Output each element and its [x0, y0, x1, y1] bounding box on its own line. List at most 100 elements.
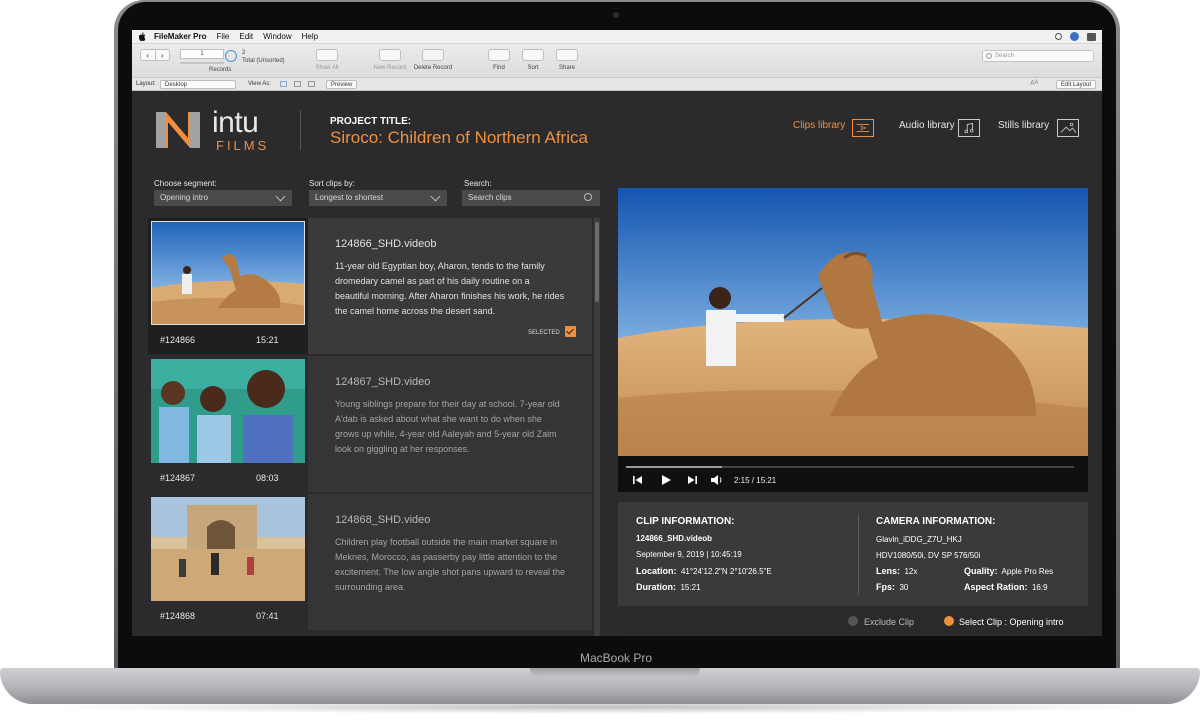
audio-library-icon[interactable]	[958, 119, 980, 137]
nav-clips-library[interactable]: Clips library	[793, 120, 845, 131]
skip-back-icon[interactable]	[632, 474, 644, 486]
apple-icon[interactable]	[138, 32, 146, 41]
find-label: Find	[493, 65, 505, 71]
menu-help[interactable]: Help	[302, 32, 318, 41]
camera-fps: Fps: 30	[876, 582, 908, 592]
clip-row[interactable]: #124867 08:03 124867_SHD.video Young sib…	[148, 356, 592, 492]
clip-search-input[interactable]: Search clips	[462, 190, 600, 206]
camera-line-2: HDV1080/50i, DV SP 576/50i	[876, 551, 981, 560]
clip-description: Children play football outside the main …	[335, 537, 565, 592]
clip-row-selected[interactable]: #124866 15:21 124866_SHD.videob 11-year …	[148, 218, 592, 354]
show-all-icon	[316, 49, 338, 61]
delete-record-button[interactable]: Delete Record	[412, 49, 454, 71]
camera-aspect: Aspect Ration: 16:9	[964, 582, 1048, 592]
camera-info-heading: CAMERA INFORMATION:	[876, 516, 996, 527]
search-label: Search:	[464, 179, 492, 188]
clip-duration: 07:41	[256, 611, 279, 621]
clip-row[interactable]: #124868 07:41 124868_SHD.video Children …	[148, 494, 592, 630]
aspect-value: 16:9	[1031, 583, 1048, 592]
menu-app-name[interactable]: FileMaker Pro	[154, 32, 206, 41]
edit-layout-button[interactable]: Edit Layout	[1055, 80, 1096, 89]
menu-edit[interactable]: Edit	[239, 32, 253, 41]
search-icon	[584, 193, 592, 201]
table-view-icon[interactable]	[308, 81, 315, 87]
layout-label: Layout:	[136, 81, 156, 87]
previous-record-button[interactable]: ‹	[141, 50, 156, 60]
clip-thumbnail[interactable]	[151, 221, 305, 325]
menu-file[interactable]: File	[216, 32, 229, 41]
intu-films-app: intu FILMS PROJECT TITLE: Siroco: Childr…	[132, 92, 1102, 636]
volume-icon[interactable]	[710, 474, 724, 486]
camera-lens: Lens: 12x	[876, 566, 917, 576]
laptop-notch	[530, 668, 700, 678]
clip-description: Young siblings prepare for their day at …	[335, 399, 560, 454]
stills-library-icon[interactable]	[1057, 119, 1079, 137]
nav-audio-library[interactable]: Audio library	[899, 120, 955, 131]
clip-thumbnail[interactable]	[151, 359, 305, 463]
segment-select[interactable]: Opening intro	[154, 190, 292, 206]
form-view-icon[interactable]	[280, 81, 287, 87]
notification-center-icon[interactable]	[1087, 32, 1096, 41]
share-label: Share	[558, 65, 575, 71]
next-record-button[interactable]: ›	[156, 50, 170, 60]
video-progress-track[interactable]	[626, 466, 1074, 468]
select-clip-label[interactable]: Select Clip : Opening intro	[959, 617, 1064, 627]
clip-duration-info: Duration: 15:21	[636, 582, 700, 592]
clip-details: 124866_SHD.videob 11-year old Egyptian b…	[308, 218, 592, 354]
find-button[interactable]: Find	[484, 49, 514, 71]
record-navigation: ‹ ›	[140, 49, 170, 61]
menu-window[interactable]: Window	[263, 32, 291, 41]
view-as-label: View As:	[248, 81, 271, 87]
skip-forward-icon[interactable]	[686, 474, 698, 486]
aspect-label: Aspect Ration:	[964, 582, 1028, 592]
clip-info-heading: CLIP INFORMATION:	[636, 516, 735, 527]
spotlight-icon[interactable]	[1055, 33, 1062, 40]
clip-info-file: 124866_SHD.videob	[636, 534, 713, 543]
sort-button[interactable]: Sort	[520, 49, 546, 71]
selected-label: SELECTED	[528, 330, 560, 336]
clips-library-icon[interactable]	[852, 119, 874, 137]
lens-value: 12x	[904, 567, 918, 576]
clip-id: #124868	[160, 611, 196, 621]
clip-thumbnail[interactable]	[151, 497, 305, 601]
lens-label: Lens:	[876, 566, 901, 576]
location-label: Location:	[636, 566, 677, 576]
share-button[interactable]: Share	[552, 49, 582, 71]
preview-button[interactable]: Preview	[326, 80, 358, 89]
clip-filename: 124866_SHD.videob	[335, 238, 437, 250]
exclude-clip-radio[interactable]	[848, 616, 858, 626]
football-thumbnail	[151, 497, 305, 601]
nav-stills-library[interactable]: Stills library	[998, 120, 1049, 131]
current-record-field[interactable]: 1	[180, 49, 224, 59]
clip-location: Location: 41°24'12.2"N 2°10'26.5"E	[636, 566, 772, 576]
user-avatar-icon[interactable]	[1070, 32, 1079, 41]
found-set-info: 2 Total (Unsorted)	[242, 49, 285, 65]
clip-details: 124867_SHD.video Young siblings prepare …	[308, 356, 592, 492]
project-title: Siroco: Children of Northern Africa	[330, 128, 588, 147]
new-record-button[interactable]: New Record	[370, 49, 410, 71]
select-clip-radio[interactable]	[944, 616, 954, 626]
delete-record-icon	[422, 49, 444, 61]
sort-select[interactable]: Longest to shortest	[309, 190, 447, 206]
show-all-button[interactable]: Show All	[310, 49, 344, 71]
list-view-icon[interactable]	[294, 81, 301, 87]
clip-duration: 08:03	[256, 473, 279, 483]
font-size-icon[interactable]: Aᴬ	[1030, 80, 1038, 87]
clip-details: 124868_SHD.video Children play football …	[308, 494, 592, 630]
toolbar-search-input[interactable]: Search	[982, 50, 1094, 62]
play-icon[interactable]	[660, 474, 672, 486]
found-count: 2	[242, 50, 246, 56]
found-set-pie-icon	[225, 50, 237, 62]
clip-list-scrollbar[interactable]	[594, 218, 600, 636]
video-frame[interactable]	[618, 188, 1088, 456]
exclude-clip-label[interactable]: Exclude Clip	[864, 617, 914, 627]
clip-filename: 124868_SHD.video	[335, 514, 431, 526]
clip-info-panel: CLIP INFORMATION: 124866_SHD.videob Sept…	[618, 502, 1088, 634]
found-status: Total (Unsorted)	[242, 58, 285, 64]
location-value: 41°24'12.2"N 2°10'26.5"E	[680, 567, 772, 576]
scrollbar-thumb[interactable]	[595, 222, 599, 302]
logo-wordmark: intu	[212, 106, 259, 139]
record-slider[interactable]	[180, 62, 224, 64]
selected-checkbox[interactable]	[565, 326, 576, 337]
layout-select[interactable]: Desktop	[160, 80, 236, 89]
